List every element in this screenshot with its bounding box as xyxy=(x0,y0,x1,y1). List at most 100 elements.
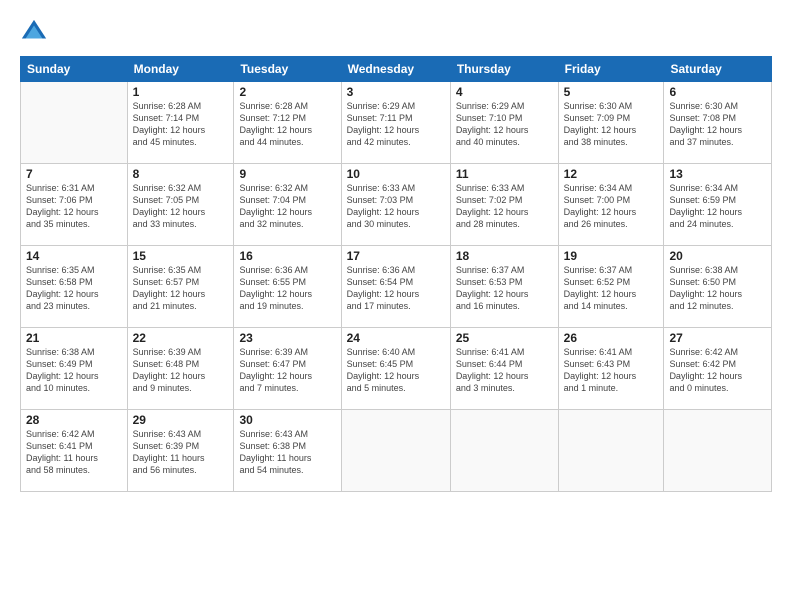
calendar-day-cell: 27Sunrise: 6:42 AM Sunset: 6:42 PM Dayli… xyxy=(664,328,772,410)
calendar-day-cell: 23Sunrise: 6:39 AM Sunset: 6:47 PM Dayli… xyxy=(234,328,341,410)
weekday-header: Saturday xyxy=(664,57,772,82)
day-number: 23 xyxy=(239,331,335,345)
calendar-week-row: 14Sunrise: 6:35 AM Sunset: 6:58 PM Dayli… xyxy=(21,246,772,328)
calendar-week-row: 21Sunrise: 6:38 AM Sunset: 6:49 PM Dayli… xyxy=(21,328,772,410)
day-number: 14 xyxy=(26,249,122,263)
day-number: 27 xyxy=(669,331,766,345)
calendar-day-cell: 14Sunrise: 6:35 AM Sunset: 6:58 PM Dayli… xyxy=(21,246,128,328)
day-info: Sunrise: 6:43 AM Sunset: 6:38 PM Dayligh… xyxy=(239,428,335,477)
calendar-table: SundayMondayTuesdayWednesdayThursdayFrid… xyxy=(20,56,772,492)
day-number: 18 xyxy=(456,249,553,263)
day-info: Sunrise: 6:38 AM Sunset: 6:50 PM Dayligh… xyxy=(669,264,766,313)
day-number: 4 xyxy=(456,85,553,99)
day-number: 20 xyxy=(669,249,766,263)
day-info: Sunrise: 6:33 AM Sunset: 7:03 PM Dayligh… xyxy=(347,182,445,231)
day-number: 9 xyxy=(239,167,335,181)
calendar-day-cell: 4Sunrise: 6:29 AM Sunset: 7:10 PM Daylig… xyxy=(450,82,558,164)
day-info: Sunrise: 6:37 AM Sunset: 6:53 PM Dayligh… xyxy=(456,264,553,313)
day-info: Sunrise: 6:33 AM Sunset: 7:02 PM Dayligh… xyxy=(456,182,553,231)
calendar-day-cell xyxy=(450,410,558,492)
calendar-day-cell: 26Sunrise: 6:41 AM Sunset: 6:43 PM Dayli… xyxy=(558,328,664,410)
calendar-day-cell: 20Sunrise: 6:38 AM Sunset: 6:50 PM Dayli… xyxy=(664,246,772,328)
calendar-day-cell xyxy=(341,410,450,492)
calendar-day-cell: 22Sunrise: 6:39 AM Sunset: 6:48 PM Dayli… xyxy=(127,328,234,410)
calendar-day-cell: 18Sunrise: 6:37 AM Sunset: 6:53 PM Dayli… xyxy=(450,246,558,328)
calendar-day-cell: 19Sunrise: 6:37 AM Sunset: 6:52 PM Dayli… xyxy=(558,246,664,328)
calendar-day-cell: 12Sunrise: 6:34 AM Sunset: 7:00 PM Dayli… xyxy=(558,164,664,246)
calendar-day-cell: 16Sunrise: 6:36 AM Sunset: 6:55 PM Dayli… xyxy=(234,246,341,328)
weekday-header: Sunday xyxy=(21,57,128,82)
day-info: Sunrise: 6:31 AM Sunset: 7:06 PM Dayligh… xyxy=(26,182,122,231)
day-info: Sunrise: 6:28 AM Sunset: 7:14 PM Dayligh… xyxy=(133,100,229,149)
day-number: 1 xyxy=(133,85,229,99)
calendar-day-cell: 25Sunrise: 6:41 AM Sunset: 6:44 PM Dayli… xyxy=(450,328,558,410)
day-number: 30 xyxy=(239,413,335,427)
weekday-header: Thursday xyxy=(450,57,558,82)
day-number: 2 xyxy=(239,85,335,99)
calendar-day-cell: 13Sunrise: 6:34 AM Sunset: 6:59 PM Dayli… xyxy=(664,164,772,246)
day-number: 22 xyxy=(133,331,229,345)
day-info: Sunrise: 6:41 AM Sunset: 6:43 PM Dayligh… xyxy=(564,346,659,395)
logo-icon xyxy=(20,18,48,46)
calendar-day-cell: 11Sunrise: 6:33 AM Sunset: 7:02 PM Dayli… xyxy=(450,164,558,246)
day-number: 29 xyxy=(133,413,229,427)
day-info: Sunrise: 6:42 AM Sunset: 6:41 PM Dayligh… xyxy=(26,428,122,477)
calendar-day-cell xyxy=(664,410,772,492)
calendar-day-cell: 7Sunrise: 6:31 AM Sunset: 7:06 PM Daylig… xyxy=(21,164,128,246)
day-info: Sunrise: 6:39 AM Sunset: 6:48 PM Dayligh… xyxy=(133,346,229,395)
calendar-day-cell: 24Sunrise: 6:40 AM Sunset: 6:45 PM Dayli… xyxy=(341,328,450,410)
day-number: 15 xyxy=(133,249,229,263)
day-number: 5 xyxy=(564,85,659,99)
calendar-day-cell: 6Sunrise: 6:30 AM Sunset: 7:08 PM Daylig… xyxy=(664,82,772,164)
calendar-day-cell: 17Sunrise: 6:36 AM Sunset: 6:54 PM Dayli… xyxy=(341,246,450,328)
day-info: Sunrise: 6:37 AM Sunset: 6:52 PM Dayligh… xyxy=(564,264,659,313)
day-info: Sunrise: 6:36 AM Sunset: 6:54 PM Dayligh… xyxy=(347,264,445,313)
day-info: Sunrise: 6:43 AM Sunset: 6:39 PM Dayligh… xyxy=(133,428,229,477)
calendar-day-cell: 5Sunrise: 6:30 AM Sunset: 7:09 PM Daylig… xyxy=(558,82,664,164)
calendar-header-row: SundayMondayTuesdayWednesdayThursdayFrid… xyxy=(21,57,772,82)
calendar-day-cell: 3Sunrise: 6:29 AM Sunset: 7:11 PM Daylig… xyxy=(341,82,450,164)
day-number: 8 xyxy=(133,167,229,181)
day-number: 21 xyxy=(26,331,122,345)
weekday-header: Friday xyxy=(558,57,664,82)
day-info: Sunrise: 6:30 AM Sunset: 7:08 PM Dayligh… xyxy=(669,100,766,149)
day-info: Sunrise: 6:32 AM Sunset: 7:04 PM Dayligh… xyxy=(239,182,335,231)
day-number: 26 xyxy=(564,331,659,345)
day-number: 3 xyxy=(347,85,445,99)
day-info: Sunrise: 6:30 AM Sunset: 7:09 PM Dayligh… xyxy=(564,100,659,149)
calendar-day-cell: 1Sunrise: 6:28 AM Sunset: 7:14 PM Daylig… xyxy=(127,82,234,164)
calendar-day-cell: 2Sunrise: 6:28 AM Sunset: 7:12 PM Daylig… xyxy=(234,82,341,164)
page-header xyxy=(20,18,772,46)
logo xyxy=(20,18,52,46)
calendar-day-cell xyxy=(21,82,128,164)
weekday-header: Tuesday xyxy=(234,57,341,82)
day-number: 12 xyxy=(564,167,659,181)
day-info: Sunrise: 6:29 AM Sunset: 7:11 PM Dayligh… xyxy=(347,100,445,149)
calendar-day-cell: 21Sunrise: 6:38 AM Sunset: 6:49 PM Dayli… xyxy=(21,328,128,410)
day-number: 19 xyxy=(564,249,659,263)
day-info: Sunrise: 6:29 AM Sunset: 7:10 PM Dayligh… xyxy=(456,100,553,149)
day-info: Sunrise: 6:28 AM Sunset: 7:12 PM Dayligh… xyxy=(239,100,335,149)
day-info: Sunrise: 6:34 AM Sunset: 6:59 PM Dayligh… xyxy=(669,182,766,231)
calendar-week-row: 7Sunrise: 6:31 AM Sunset: 7:06 PM Daylig… xyxy=(21,164,772,246)
day-number: 7 xyxy=(26,167,122,181)
weekday-header: Wednesday xyxy=(341,57,450,82)
day-info: Sunrise: 6:35 AM Sunset: 6:57 PM Dayligh… xyxy=(133,264,229,313)
day-number: 17 xyxy=(347,249,445,263)
day-info: Sunrise: 6:41 AM Sunset: 6:44 PM Dayligh… xyxy=(456,346,553,395)
calendar-day-cell: 10Sunrise: 6:33 AM Sunset: 7:03 PM Dayli… xyxy=(341,164,450,246)
calendar-day-cell: 29Sunrise: 6:43 AM Sunset: 6:39 PM Dayli… xyxy=(127,410,234,492)
calendar-day-cell: 9Sunrise: 6:32 AM Sunset: 7:04 PM Daylig… xyxy=(234,164,341,246)
calendar-day-cell: 28Sunrise: 6:42 AM Sunset: 6:41 PM Dayli… xyxy=(21,410,128,492)
calendar-day-cell xyxy=(558,410,664,492)
calendar-week-row: 28Sunrise: 6:42 AM Sunset: 6:41 PM Dayli… xyxy=(21,410,772,492)
day-number: 28 xyxy=(26,413,122,427)
day-info: Sunrise: 6:40 AM Sunset: 6:45 PM Dayligh… xyxy=(347,346,445,395)
day-info: Sunrise: 6:34 AM Sunset: 7:00 PM Dayligh… xyxy=(564,182,659,231)
weekday-header: Monday xyxy=(127,57,234,82)
day-number: 25 xyxy=(456,331,553,345)
day-number: 24 xyxy=(347,331,445,345)
day-number: 11 xyxy=(456,167,553,181)
day-number: 6 xyxy=(669,85,766,99)
day-info: Sunrise: 6:36 AM Sunset: 6:55 PM Dayligh… xyxy=(239,264,335,313)
